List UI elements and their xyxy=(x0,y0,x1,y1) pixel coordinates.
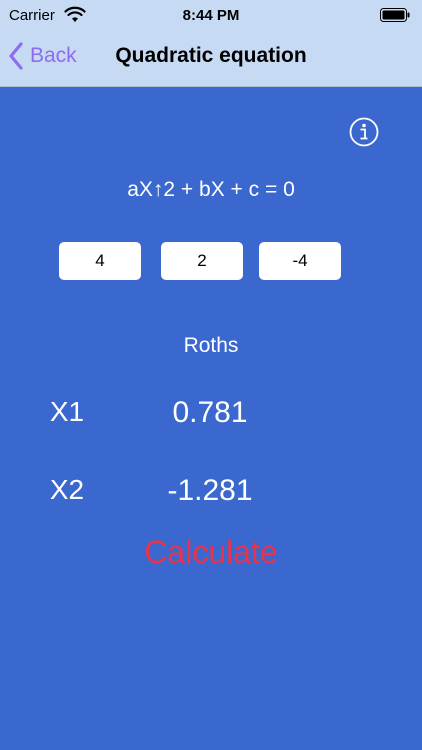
x1-value: 0.781 xyxy=(172,396,248,429)
calculate-button[interactable]: Calculate xyxy=(0,534,422,571)
app-screen: Carrier 8:44 PM Back Quadratic equation xyxy=(0,0,422,750)
navigation-bar: Back Quadratic equation xyxy=(0,30,422,86)
coefficient-c-input[interactable] xyxy=(259,242,341,280)
battery-icon xyxy=(380,8,410,22)
coefficient-a-input[interactable] xyxy=(59,242,141,280)
x1-label: X1 xyxy=(49,396,85,427)
status-time: 8:44 PM xyxy=(182,7,240,24)
equation-formula: aX↑2 + bX + c = 0 xyxy=(127,178,295,201)
info-circle-icon[interactable] xyxy=(349,117,379,147)
roots-heading: Roths xyxy=(183,334,239,357)
header: Carrier 8:44 PM Back Quadratic equation xyxy=(0,0,422,87)
x2-value: -1.281 xyxy=(167,474,253,507)
status-bar: Carrier 8:44 PM xyxy=(0,0,422,30)
x2-label: X2 xyxy=(49,474,85,505)
page-title: Quadratic equation xyxy=(115,44,307,67)
coefficient-b-input[interactable] xyxy=(161,242,243,280)
